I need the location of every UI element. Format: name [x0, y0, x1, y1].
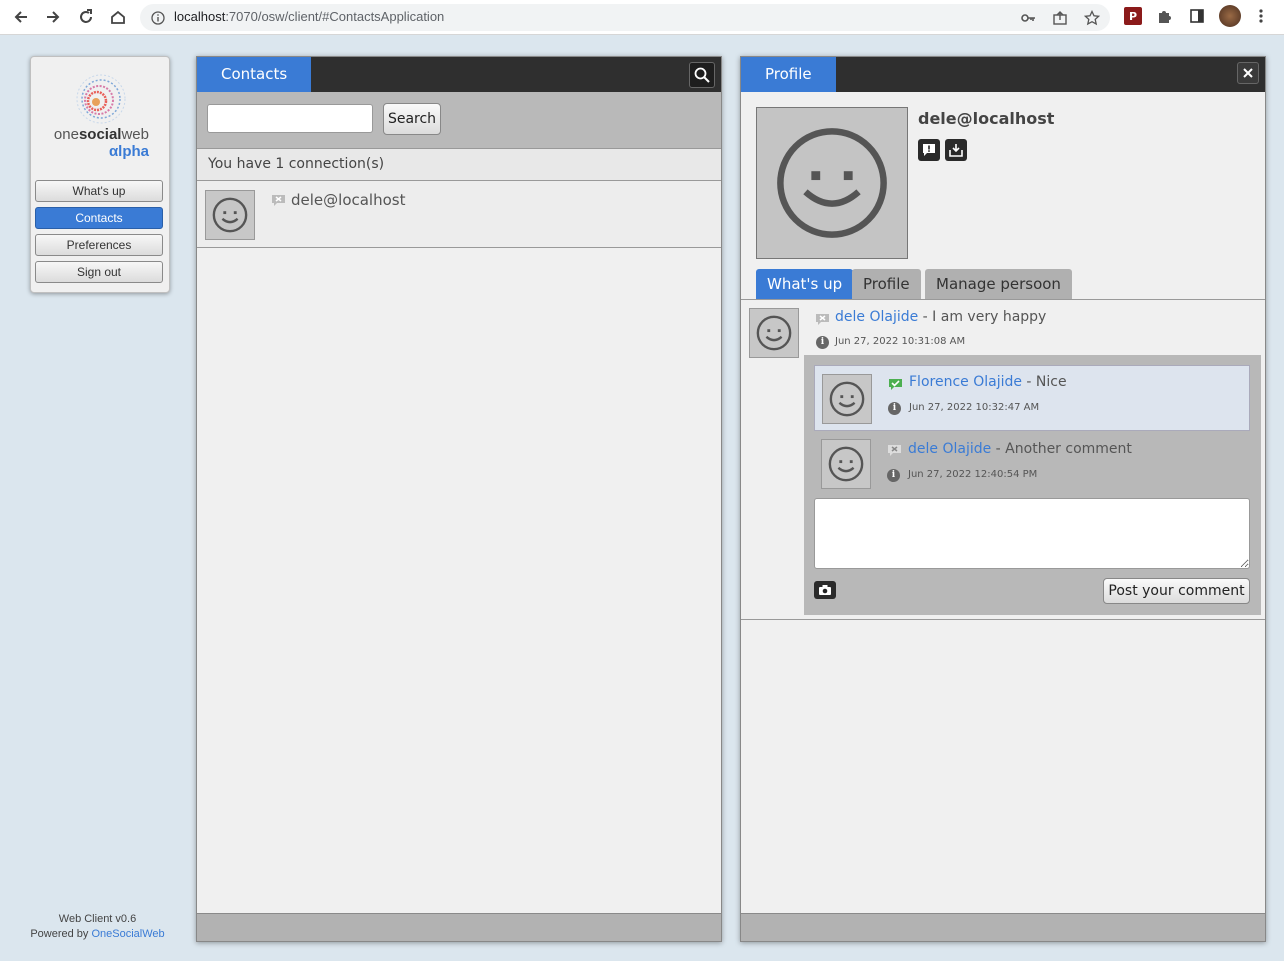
home-icon[interactable] [107, 6, 129, 28]
menu-contacts-button[interactable]: Contacts [35, 207, 163, 229]
contacts-panel: Contacts Search You have 1 connection(s)… [196, 56, 722, 942]
contact-avatar[interactable] [205, 190, 255, 240]
info-icon[interactable]: i [888, 402, 901, 415]
tab-manage-person[interactable]: Manage persoon [925, 269, 1072, 300]
menu-preferences-button[interactable]: Preferences [35, 234, 163, 256]
comment-input[interactable] [814, 498, 1250, 569]
profile-panel: Profile dele@localhost What's up Profile… [740, 56, 1266, 942]
connections-count: You have 1 connection(s) [197, 148, 721, 181]
message-icon[interactable] [918, 139, 940, 161]
tab-whats-up[interactable]: What's up [756, 269, 854, 300]
menu-sign-out-button[interactable]: Sign out [35, 261, 163, 283]
contact-search-input[interactable] [207, 104, 373, 133]
address-bar[interactable]: localhost:7070/osw/client/#ContactsAppli… [140, 4, 1110, 31]
main-nav: onesocialweb αlpha What's up Contacts Pr… [30, 56, 170, 293]
offline-status-icon [888, 445, 901, 456]
status-line: dele Olajide - I am very happy [835, 309, 1047, 325]
search-button[interactable]: Search [383, 103, 441, 135]
comment-item: dele Olajide - Another comment i Jun 27,… [814, 432, 1250, 498]
profile-panel-header: Profile [741, 57, 1265, 92]
comment-author-link[interactable]: Florence Olajide [909, 374, 1022, 390]
forward-icon[interactable] [42, 6, 64, 28]
profile-tab[interactable]: Profile [741, 57, 836, 92]
info-icon[interactable] [150, 10, 166, 26]
contact-jid-link[interactable]: dele@localhost [291, 191, 405, 209]
info-icon[interactable]: i [887, 469, 900, 482]
status-avatar[interactable] [749, 308, 799, 358]
status-author-link[interactable]: dele Olajide [835, 309, 918, 325]
onesocialweb-logo-icon [73, 71, 129, 127]
extension-p-icon[interactable]: P [1124, 7, 1142, 25]
back-icon[interactable] [10, 6, 32, 28]
browser-toolbar: localhost:7070/osw/client/#ContactsAppli… [0, 0, 1284, 35]
contacts-panel-footer [197, 913, 721, 941]
post-comment-button[interactable]: Post your comment [1103, 578, 1250, 604]
comment-timestamp: Jun 27, 2022 12:40:54 PM [908, 469, 1038, 480]
camera-icon[interactable] [814, 581, 836, 599]
comment-avatar[interactable] [821, 439, 871, 489]
search-icon[interactable] [689, 62, 715, 88]
profile-name: dele@localhost [918, 109, 1055, 128]
url-text: localhost:7070/osw/client/#ContactsAppli… [174, 9, 445, 24]
logo-wordmark: onesocialweb [53, 126, 149, 143]
comment-author-link[interactable]: dele Olajide [908, 441, 991, 457]
status-feed: dele Olajide - I am very happy i Jun 27,… [741, 300, 1265, 620]
sidepanel-icon[interactable] [1188, 7, 1206, 25]
reload-icon[interactable] [75, 6, 97, 28]
puzzle-icon[interactable] [1156, 7, 1174, 25]
contacts-tab[interactable]: Contacts [197, 57, 312, 92]
contact-list-item[interactable]: dele@localhost [197, 181, 721, 248]
close-icon[interactable] [1237, 62, 1259, 84]
menu-whats-up-button[interactable]: What's up [35, 180, 163, 202]
profile-panel-footer [741, 913, 1265, 941]
offline-status-icon [816, 314, 829, 325]
status-timestamp: Jun 27, 2022 10:31:08 AM [835, 336, 966, 347]
comment-line: dele Olajide - Another comment [908, 441, 1132, 457]
comment-item: Florence Olajide - Nice i Jun 27, 2022 1… [814, 365, 1250, 431]
tab-profile[interactable]: Profile [852, 269, 921, 300]
bookmark-star-icon[interactable] [1084, 10, 1100, 26]
comment-avatar[interactable] [822, 374, 872, 424]
logo-alpha: αlpha [108, 143, 149, 160]
onesocialweb-link[interactable]: OneSocialWeb [91, 928, 164, 940]
online-status-icon [889, 379, 902, 390]
offline-status-icon [272, 195, 285, 206]
comment-line: Florence Olajide - Nice [909, 374, 1067, 390]
share-icon[interactable] [1052, 10, 1068, 26]
key-icon[interactable] [1020, 10, 1036, 26]
kebab-menu-icon[interactable] [1252, 7, 1270, 25]
search-strip: Search [197, 92, 721, 148]
powered-by: Powered by OneSocialWeb [30, 928, 165, 940]
info-icon[interactable]: i [816, 336, 829, 349]
comment-timestamp: Jun 27, 2022 10:32:47 AM [909, 402, 1040, 413]
comments-box: Florence Olajide - Nice i Jun 27, 2022 1… [804, 355, 1261, 615]
version-text: Web Client v0.6 [58, 913, 137, 925]
contacts-panel-header: Contacts [197, 57, 721, 92]
profile-avatar [756, 107, 908, 259]
subscribe-icon[interactable] [945, 139, 967, 161]
user-avatar-icon[interactable] [1219, 5, 1241, 27]
